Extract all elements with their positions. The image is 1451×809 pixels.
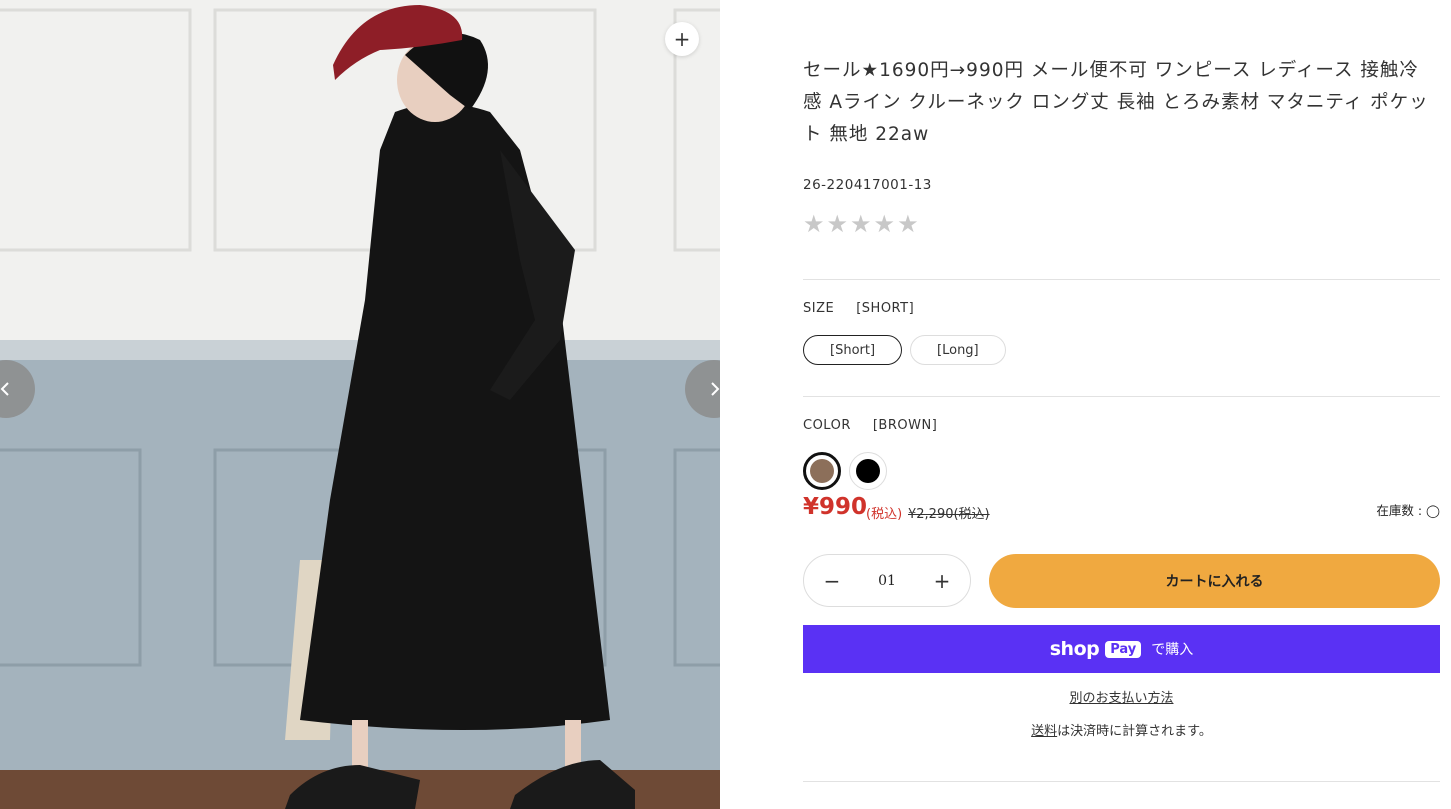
color-selected: [BROWN] (872, 418, 938, 433)
add-to-cart-button[interactable]: カートに入れる (989, 554, 1440, 608)
shipping-note: 送料は決済時に計算されます。 (803, 720, 1440, 739)
shop-pay-label: で購入 (1151, 642, 1194, 658)
divider (803, 396, 1440, 397)
more-payment-options-link[interactable]: 別のお支払い方法 (803, 687, 1440, 706)
product-photo (0, 0, 720, 809)
chevron-left-icon (0, 382, 9, 396)
divider (803, 279, 1440, 280)
shop-pay-badge: Pay (1105, 640, 1142, 658)
star-icon: ★ (826, 210, 849, 238)
product-gallery: + (0, 0, 720, 809)
sale-price: ¥990 (803, 494, 868, 520)
plus-icon: + (673, 27, 691, 51)
size-label: SIZE [SHORT] (803, 301, 914, 316)
minus-icon[interactable]: − (822, 569, 842, 593)
product-title: セール★1690円→990円 メール便不可 ワンピース レディース 接触冷感 A… (803, 60, 1429, 145)
star-icon: ★ (803, 210, 825, 238)
rating-stars[interactable]: ★ ★ ★ ★ ★ (803, 211, 919, 237)
price-row: ¥990 (税込) ¥2,290(税込) 在庫数 : ◯ (803, 494, 1440, 524)
color-label-text: COLOR (803, 418, 851, 433)
quantity-value[interactable]: 01 (878, 573, 896, 589)
swatch-black-fill (856, 459, 880, 483)
swatch-black[interactable] (849, 452, 887, 490)
divider (803, 781, 1440, 782)
swatch-brown[interactable] (803, 452, 841, 490)
size-label-text: SIZE (803, 301, 835, 316)
chevron-right-icon (711, 382, 720, 396)
stock-status: 在庫数 : ◯ (1376, 503, 1440, 518)
zoom-button[interactable]: + (665, 22, 699, 56)
shipping-text: は決済時に計算されます。 (1057, 724, 1212, 739)
quantity-stepper: − 01 + (803, 554, 971, 607)
shipping-link[interactable]: 送料 (1031, 724, 1057, 739)
plus-icon[interactable]: + (932, 569, 952, 593)
size-selected: [SHORT] (856, 301, 915, 316)
star-icon: ★ (873, 210, 896, 238)
shop-pay-button[interactable]: shop Pay で購入 (803, 625, 1440, 673)
star-icon: ★ (897, 210, 919, 238)
compare-price: ¥2,290(税込) (908, 507, 990, 522)
product-sku: 26-220417001-13 (803, 177, 932, 193)
size-option-long[interactable]: [Long] (910, 335, 1006, 365)
shop-pay-brand: shop (1049, 638, 1100, 660)
color-label: COLOR [BROWN] (803, 418, 937, 433)
star-icon: ★ (850, 210, 872, 238)
size-option-short[interactable]: [Short] (803, 335, 903, 365)
color-swatches (803, 452, 887, 490)
swatch-brown-fill (810, 459, 834, 483)
tax-note: (税込) (866, 507, 903, 522)
size-options: [Short] [Long] (803, 335, 1006, 365)
